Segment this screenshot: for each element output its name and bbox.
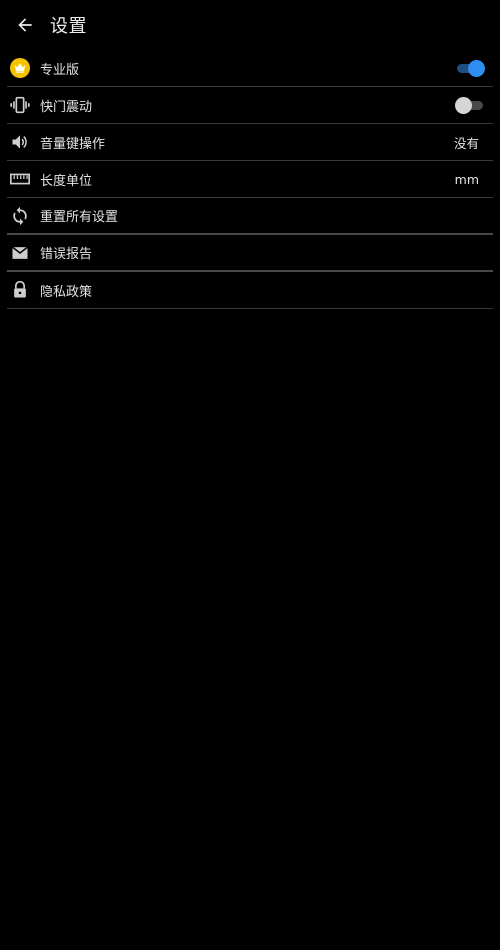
vibration-toggle-switch[interactable] bbox=[455, 96, 485, 114]
settings-item-volume-key-action[interactable]: 音量键操作 没有 bbox=[7, 124, 493, 161]
ruler-icon bbox=[8, 167, 32, 191]
settings-item-label: 专业版 bbox=[40, 62, 80, 78]
volume-icon bbox=[8, 130, 32, 154]
toggle-thumb bbox=[468, 60, 485, 77]
settings-list: 专业版 快门震动 音量键操作 没有 长度单位 mm 重置所有设置 错误报告 隐私… bbox=[0, 50, 500, 309]
settings-item-pro[interactable]: 专业版 bbox=[7, 50, 493, 87]
pro-toggle-switch[interactable] bbox=[455, 59, 485, 77]
length-unit-value: mm bbox=[454, 171, 479, 187]
back-button[interactable] bbox=[12, 12, 38, 38]
sync-icon bbox=[8, 204, 32, 228]
settings-item-bug-report[interactable]: 错误报告 bbox=[7, 235, 493, 272]
volume-key-action-value: 没有 bbox=[453, 135, 479, 151]
settings-item-reset-all[interactable]: 重置所有设置 bbox=[7, 198, 493, 235]
page-title: 设置 bbox=[50, 16, 87, 37]
settings-item-privacy-policy[interactable]: 隐私政策 bbox=[7, 272, 493, 309]
vibrate-icon bbox=[8, 93, 32, 117]
arrow-left-icon bbox=[18, 18, 32, 32]
mail-icon bbox=[8, 241, 32, 265]
settings-item-label: 长度单位 bbox=[40, 173, 93, 189]
settings-item-length-unit[interactable]: 长度单位 mm bbox=[7, 161, 493, 198]
crown-icon bbox=[8, 56, 32, 80]
settings-item-label: 快门震动 bbox=[40, 99, 93, 115]
settings-item-label: 音量键操作 bbox=[40, 136, 106, 152]
settings-item-label: 错误报告 bbox=[40, 247, 93, 262]
top-app-bar: 设置 bbox=[0, 0, 500, 50]
toggle-thumb bbox=[455, 97, 472, 114]
lock-icon bbox=[8, 278, 32, 302]
settings-item-label: 隐私政策 bbox=[40, 284, 93, 300]
settings-item-label: 重置所有设置 bbox=[40, 210, 119, 225]
settings-item-shutter-vibration[interactable]: 快门震动 bbox=[7, 87, 493, 124]
